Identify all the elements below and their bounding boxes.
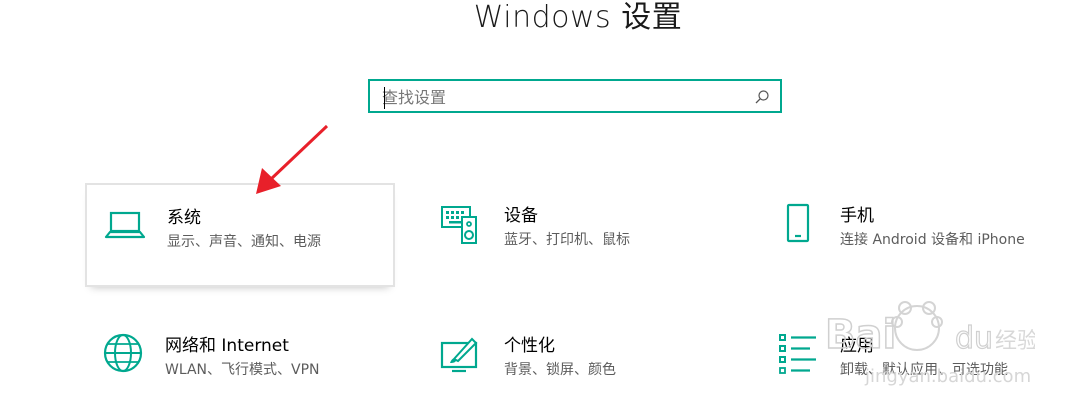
phone-icon	[786, 203, 810, 243]
tile-personalization[interactable]: 个性化 背景、锁屏、颜色	[424, 313, 734, 417]
tile-apps[interactable]: 应用 卸载、默认应用、可选功能	[760, 313, 1069, 417]
laptop-icon	[104, 211, 146, 239]
tile-description: 蓝牙、打印机、鼠标	[504, 232, 630, 248]
paint-brush-icon	[440, 337, 478, 373]
tile-name: 手机	[840, 206, 874, 226]
tile-name: 网络和 Internet	[165, 336, 289, 356]
tile-devices[interactable]: 设备 蓝牙、打印机、鼠标	[424, 183, 734, 287]
apps-list-icon	[779, 334, 816, 374]
keyboard-speaker-icon	[441, 206, 477, 244]
tile-name: 个性化	[504, 336, 555, 356]
search-input[interactable]	[382, 85, 752, 109]
tile-name: 设备	[504, 206, 538, 226]
tile-description: WLAN、飞行模式、VPN	[165, 362, 320, 378]
tile-network-internet[interactable]: 网络和 Internet WLAN、飞行模式、VPN	[85, 313, 395, 417]
text-caret	[384, 87, 385, 109]
globe-icon	[103, 333, 143, 373]
tile-name: 应用	[840, 336, 874, 356]
search-icon[interactable]	[754, 89, 770, 105]
search-box[interactable]	[368, 79, 782, 113]
tile-description: 显示、声音、通知、电源	[167, 234, 321, 250]
tile-description: 背景、锁屏、颜色	[504, 362, 616, 378]
tile-phone[interactable]: 手机 连接 Android 设备和 iPhone	[760, 183, 1069, 287]
tile-description: 连接 Android 设备和 iPhone	[840, 232, 1025, 248]
page-title: Windows 设置	[473, 0, 683, 35]
tile-name: 系统	[167, 208, 201, 228]
tile-description: 卸载、默认应用、可选功能	[840, 362, 1008, 378]
tile-system[interactable]: 系统 显示、声音、通知、电源	[85, 183, 395, 287]
